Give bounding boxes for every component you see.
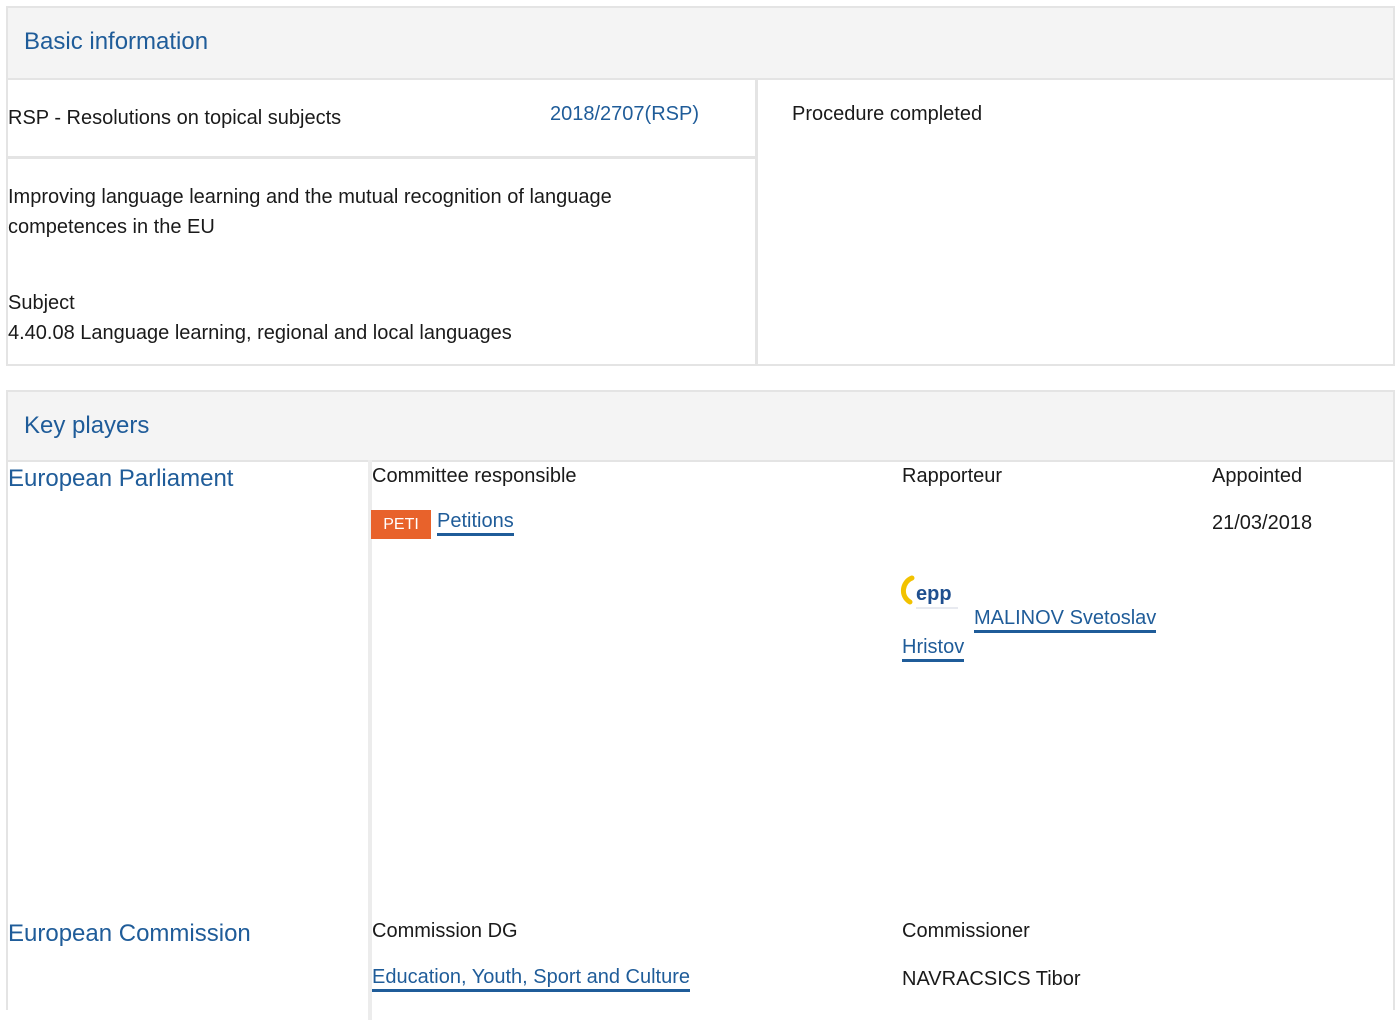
commissioner-name: NAVRACSICS Tibor xyxy=(902,968,1081,990)
epp-logo-icon: epp xyxy=(901,575,958,609)
appointed-date: 21/03/2018 xyxy=(1212,512,1313,534)
basic-information-header: Basic information xyxy=(8,8,1393,80)
procedure-description: Improving language learning and the mutu… xyxy=(8,186,612,238)
committee-petitions-link[interactable]: Petitions xyxy=(437,508,514,536)
basic-information-panel: Basic information RSP - Resolutions on t… xyxy=(6,6,1395,366)
subject-label: Subject xyxy=(8,292,75,314)
european-parliament-link[interactable]: European Parliament xyxy=(8,464,233,494)
commission-dg-label: Education, Youth, Sport and Culture xyxy=(372,966,691,992)
commissioner-header: Commissioner xyxy=(902,920,1030,942)
procedure-status: Procedure completed xyxy=(792,103,983,125)
key-players-title: Key players xyxy=(24,412,150,439)
key-players-header: Key players xyxy=(8,392,1393,462)
rapporteur-name-line1: MALINOV Svetoslav xyxy=(974,607,1157,633)
basic-information-title: Basic information xyxy=(24,28,209,55)
appointed-header: Appointed xyxy=(1212,465,1303,487)
procedure-reference: 2018/2707(RSP) xyxy=(550,103,699,125)
commission-dg-header: Commission DG xyxy=(372,920,518,942)
subject-value: 4.40.08 Language learning, regional and … xyxy=(8,322,512,344)
rapporteur-link-line2[interactable]: Hristov xyxy=(902,634,965,662)
rapporteur-header: Rapporteur xyxy=(902,465,1003,487)
committee-responsible-header: Committee responsible xyxy=(372,465,577,487)
committee-petitions-label: Petitions xyxy=(437,510,514,536)
basic-divider-vertical xyxy=(755,78,758,364)
rapporteur-name-line2: Hristov xyxy=(902,636,965,662)
epp-logo-text: epp xyxy=(916,583,952,605)
procedure-type: RSP - Resolutions on topical subjects xyxy=(8,107,342,129)
committee-code-badge: PETI xyxy=(371,510,431,539)
commission-dg-link[interactable]: Education, Youth, Sport and Culture xyxy=(372,964,691,992)
rapporteur-link[interactable]: MALINOV Svetoslav xyxy=(974,605,1157,633)
basic-divider-horizontal xyxy=(8,156,755,159)
european-commission-link[interactable]: European Commission xyxy=(8,919,251,949)
epp-party-logo: epp xyxy=(898,566,964,632)
